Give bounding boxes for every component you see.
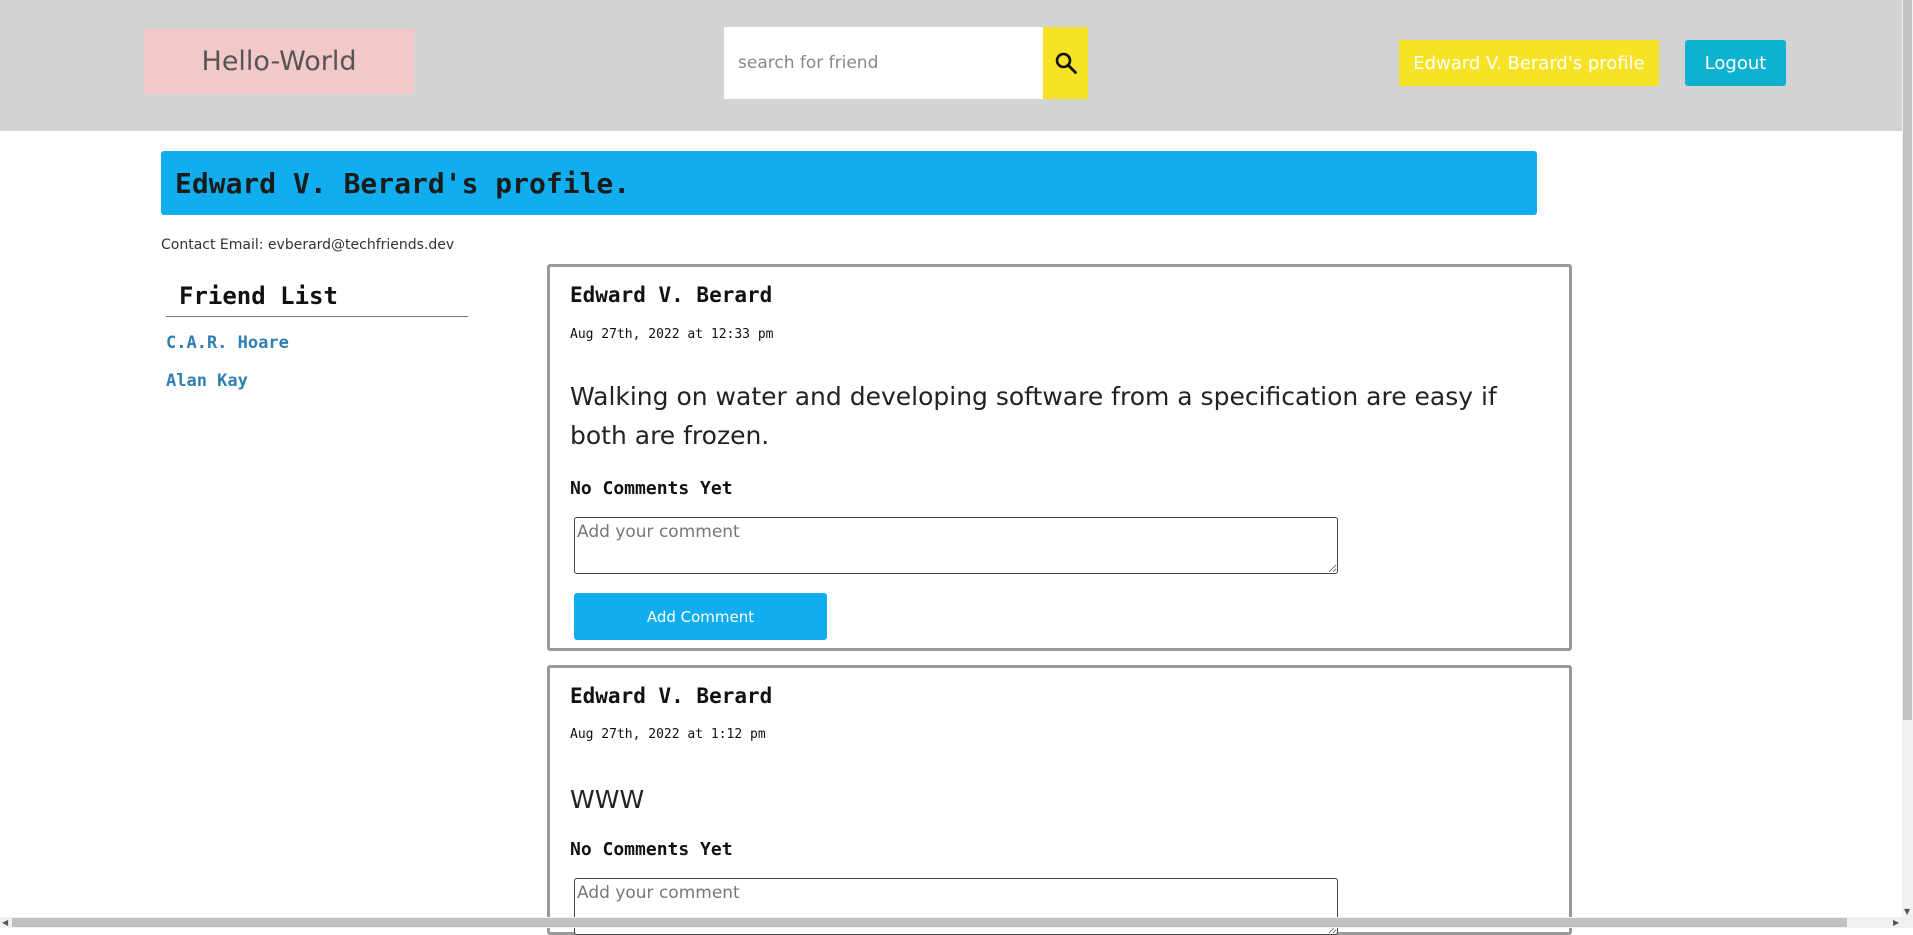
scroll-left-arrow-icon[interactable]: ◀	[2, 917, 8, 928]
post-date: Aug 27th, 2022 at 12:33 pm	[570, 327, 774, 342]
post-card: Edward V. Berard Aug 27th, 2022 at 1:12 …	[547, 665, 1572, 935]
comment-input[interactable]	[574, 517, 1338, 574]
logout-button[interactable]: Logout	[1685, 40, 1786, 86]
friend-link[interactable]: Alan Kay	[166, 371, 248, 391]
search-button[interactable]	[1043, 27, 1088, 99]
post-card: Edward V. Berard Aug 27th, 2022 at 12:33…	[547, 264, 1572, 651]
post-text: WWW	[570, 785, 645, 814]
add-comment-button[interactable]: Add Comment	[574, 593, 827, 640]
post-author: Edward V. Berard	[570, 283, 773, 307]
top-header: Hello-World Edward V. Berard's profile L…	[0, 0, 1902, 131]
post-author: Edward V. Berard	[570, 684, 773, 708]
search-bar	[724, 27, 1043, 99]
comments-status: No Comments Yet	[570, 478, 733, 499]
horizontal-scrollbar-thumb[interactable]	[12, 918, 1847, 927]
logo[interactable]: Hello-World	[144, 29, 414, 94]
profile-banner: Edward V. Berard's profile.	[161, 151, 1537, 215]
profile-button[interactable]: Edward V. Berard's profile	[1399, 40, 1659, 86]
friend-link[interactable]: C.A.R. Hoare	[166, 333, 289, 353]
scroll-down-arrow-icon[interactable]: ▼	[1904, 906, 1910, 917]
page-title: Edward V. Berard's profile.	[175, 166, 631, 200]
search-icon	[1055, 52, 1077, 74]
comments-status: No Comments Yet	[570, 839, 733, 860]
search-input[interactable]	[724, 27, 1043, 99]
friend-list-title: Friend List	[166, 280, 468, 317]
contact-email: Contact Email: evberard@techfriends.dev	[161, 237, 455, 253]
post-date: Aug 27th, 2022 at 1:12 pm	[570, 727, 766, 742]
post-text: Walking on water and developing software…	[570, 382, 1497, 450]
vertical-scrollbar-thumb[interactable]	[1903, 0, 1912, 720]
scroll-right-arrow-icon[interactable]: ▶	[1893, 917, 1899, 928]
